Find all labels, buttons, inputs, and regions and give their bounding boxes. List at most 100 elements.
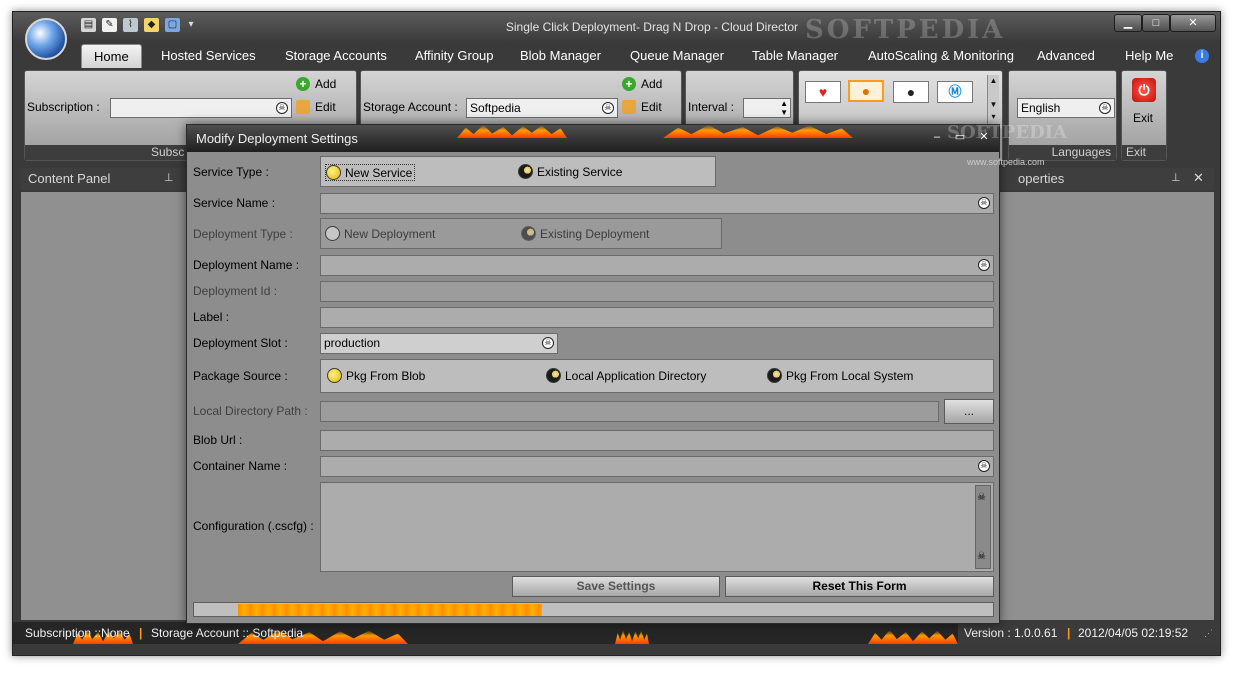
configuration-scrollbar[interactable]: ☠ ☠	[975, 485, 991, 569]
title-bar: ▤ ✎ ⌇ ◆ ▢ ▾ SOFTPEDIA Single Click Deplo…	[13, 12, 1220, 45]
container-name-select[interactable]: ☠	[320, 456, 994, 477]
subscription-edit-button[interactable]: Edit	[296, 100, 336, 114]
deployment-id-label: Deployment Id :	[193, 284, 278, 298]
deployment-slot-select[interactable]: production ☠	[320, 333, 558, 354]
storage-edit-button[interactable]: Edit	[622, 100, 662, 114]
exit-group: ⏻ Exit Exit	[1121, 70, 1167, 161]
blue-m-theme-icon[interactable]: Ⓜ	[937, 81, 973, 103]
add-icon: +	[622, 77, 636, 91]
browse-button[interactable]: ...	[944, 399, 994, 424]
blob-url-field[interactable]	[320, 430, 994, 451]
close-button[interactable]: ✕	[1170, 14, 1216, 32]
tab-autoscaling-monitoring[interactable]: AutoScaling & Monitoring	[868, 44, 1014, 68]
modify-deployment-dialog: Modify Deployment Settings SOFTPEDIA – ▭…	[186, 122, 1067, 624]
scroll-down-icon[interactable]: ☠	[977, 547, 986, 566]
pin-icon[interactable]: ⊥	[1171, 171, 1181, 184]
add-label: Add	[641, 77, 663, 91]
configuration-textarea[interactable]: ☠ ☠	[320, 482, 994, 572]
heart-theme-icon[interactable]: ♥	[805, 81, 841, 103]
package-source-label: Package Source :	[193, 369, 288, 383]
new-service-label: New Service	[345, 165, 413, 180]
tab-home[interactable]: Home	[81, 44, 142, 68]
tab-storage-accounts[interactable]: Storage Accounts	[285, 44, 387, 68]
subscription-label: Subscription :	[27, 100, 100, 114]
subscription-add-button[interactable]: + Add	[296, 77, 336, 91]
dark-ball-theme-icon[interactable]: ●	[893, 81, 929, 103]
progress-fill	[238, 604, 542, 616]
pkg-from-blob-label: Pkg From Blob	[346, 368, 426, 383]
tab-advanced[interactable]: Advanced	[1037, 44, 1095, 68]
existing-deployment-radio[interactable]: Existing Deployment	[521, 226, 649, 241]
new-service-radio[interactable]: New Service	[325, 164, 416, 181]
close-icon[interactable]: ✕	[1193, 170, 1204, 186]
tab-queue-manager[interactable]: Queue Manager	[630, 44, 724, 68]
scroll-up-icon[interactable]: ☠	[977, 488, 986, 507]
new-deployment-radio[interactable]: New Deployment	[325, 226, 435, 241]
tab-table-manager[interactable]: Table Manager	[752, 44, 838, 68]
save-settings-button[interactable]: Save Settings	[512, 576, 720, 597]
deployment-name-select[interactable]: ☠	[320, 255, 994, 276]
window-title: Single Click Deployment- Drag N Drop - C…	[505, 20, 798, 34]
service-name-select[interactable]: ☠	[320, 193, 994, 214]
resize-grip-icon[interactable]: ⋰	[1204, 622, 1213, 644]
dialog-minimize-icon[interactable]: –	[930, 130, 944, 144]
exit-button[interactable]: Exit	[1133, 111, 1153, 125]
local-directory-field[interactable]	[320, 401, 939, 422]
tab-help-me[interactable]: Help Me	[1125, 44, 1173, 68]
properties-panel-title: operties	[1018, 171, 1065, 186]
reset-form-button[interactable]: Reset This Form	[725, 576, 994, 597]
status-bar: Subscription ::None | Storage Account ::…	[13, 622, 1220, 644]
blob-url-label: Blob Url :	[193, 433, 243, 447]
pin-icon[interactable]: ⊥	[164, 171, 174, 184]
tab-blob-manager[interactable]: Blob Manager	[520, 44, 601, 68]
radio-unselected-icon	[518, 164, 533, 179]
radio-disabled-icon	[521, 226, 536, 241]
application-menu-orb[interactable]	[25, 18, 67, 60]
status-subscription: Subscription ::None	[25, 626, 130, 640]
deployment-id-field[interactable]	[320, 281, 994, 302]
languages-group: English ☠ Languages	[1008, 70, 1117, 161]
status-separator: |	[139, 626, 143, 640]
radio-unselected-icon	[546, 368, 561, 383]
content-panel-title: Content Panel	[28, 171, 111, 186]
service-type-group: New Service Existing Service	[320, 156, 716, 187]
pumpkin-theme-icon[interactable]: ●	[848, 80, 884, 102]
tab-hosted-services[interactable]: Hosted Services	[161, 44, 256, 68]
pkg-local-system-radio[interactable]: Pkg From Local System	[767, 368, 913, 383]
content-panel	[21, 192, 186, 620]
dialog-title: Modify Deployment Settings	[196, 131, 358, 146]
skull-dropdown-icon: ☠	[276, 102, 288, 114]
dialog-close-icon[interactable]: ✕	[977, 130, 991, 144]
storage-account-select[interactable]: Softpedia ☠	[466, 98, 618, 118]
power-icon[interactable]: ⏻	[1132, 78, 1156, 102]
radio-unselected-icon	[767, 368, 782, 383]
label-field[interactable]	[320, 307, 994, 328]
minimize-button[interactable]: ▁	[1114, 14, 1142, 32]
spinner-arrows-icon[interactable]: ▲ ▼	[780, 99, 788, 117]
local-app-dir-radio[interactable]: Local Application Directory	[546, 368, 706, 383]
deployment-type-group: New Deployment Existing Deployment	[320, 218, 722, 249]
new-deployment-label: New Deployment	[344, 226, 436, 241]
maximize-button[interactable]: □	[1142, 14, 1170, 32]
storage-add-button[interactable]: + Add	[622, 77, 662, 91]
add-label: Add	[315, 77, 337, 91]
existing-service-radio[interactable]: Existing Service	[518, 164, 622, 179]
interval-spinner[interactable]: ▲ ▼	[743, 98, 791, 118]
exit-group-footer: Exit	[1122, 145, 1166, 160]
status-version: Version : 1.0.0.61	[964, 626, 1058, 640]
deployment-type-label: Deployment Type :	[193, 227, 293, 241]
info-icon[interactable]: i	[1195, 49, 1209, 63]
language-select[interactable]: English ☠	[1017, 98, 1115, 118]
pkg-from-blob-radio[interactable]: Pkg From Blob	[327, 368, 425, 383]
progress-bar	[193, 602, 994, 617]
local-app-dir-label: Local Application Directory	[565, 368, 707, 383]
status-datetime: 2012/04/05 02:19:52	[1078, 626, 1189, 640]
edit-icon	[622, 100, 636, 114]
skull-dropdown-icon: ☠	[978, 259, 990, 271]
tab-affinity-group[interactable]: Affinity Group	[415, 44, 494, 68]
dialog-restore-icon[interactable]: ▭	[953, 130, 967, 144]
deployment-slot-value: production	[324, 336, 381, 350]
languages-footer-label: Languages	[1051, 145, 1111, 159]
package-source-group: Pkg From Blob Local Application Director…	[320, 359, 994, 393]
subscription-select[interactable]: ☠	[110, 98, 292, 118]
